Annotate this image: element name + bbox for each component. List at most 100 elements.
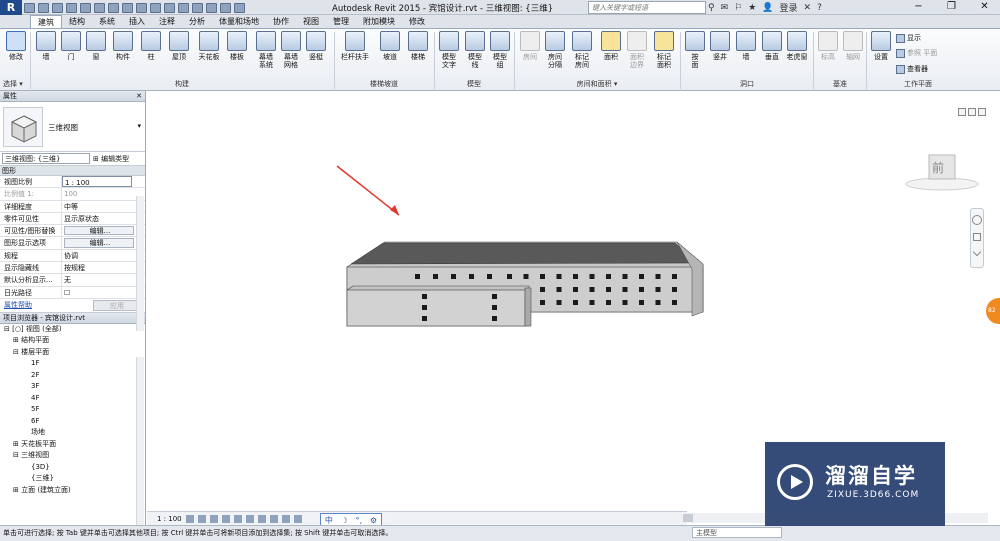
area-boundary-button[interactable]: 面积 边界 bbox=[624, 31, 650, 69]
sync-icon[interactable] bbox=[52, 2, 63, 13]
crop-view-icon[interactable] bbox=[245, 514, 254, 523]
active-model-select[interactable]: 主模型 bbox=[692, 527, 782, 538]
undo-icon[interactable] bbox=[66, 2, 77, 13]
tab-11[interactable]: 修改 bbox=[402, 15, 432, 28]
wall-button[interactable]: 墙 bbox=[33, 31, 59, 61]
print-icon[interactable] bbox=[94, 2, 105, 13]
tag-room-button[interactable]: 标记 房间 bbox=[569, 31, 595, 69]
tab-6[interactable]: 体量和场地 bbox=[212, 15, 266, 28]
close-button[interactable]: ✕ bbox=[968, 0, 1000, 15]
dormer-button[interactable]: 老虎窗 bbox=[784, 31, 810, 61]
dimension-icon[interactable] bbox=[122, 2, 133, 13]
punctuation-toggle[interactable]: °, bbox=[356, 516, 363, 525]
save-icon[interactable] bbox=[38, 2, 49, 13]
browser-tree-node[interactable]: ⊞ 天花板平面 bbox=[2, 439, 145, 451]
browser-tree-node[interactable]: ⊟ [○] 视图 (全部) bbox=[2, 324, 145, 336]
viewer-button[interactable]: 查看器 bbox=[896, 64, 928, 74]
scroll-thumb[interactable] bbox=[683, 514, 693, 522]
ramp-button[interactable]: 坡道 bbox=[377, 31, 403, 61]
properties-help-link[interactable]: 属性帮助 bbox=[4, 300, 32, 310]
browser-tree-node[interactable]: ⊟ 楼层平面 bbox=[2, 347, 145, 359]
zoom-icon[interactable] bbox=[973, 233, 981, 241]
browser-tree-node[interactable]: ⊞ 立面 (建筑立面) bbox=[2, 485, 145, 497]
visual-style-icon[interactable] bbox=[197, 514, 206, 523]
wall-opening-button[interactable]: 墙 bbox=[733, 31, 759, 61]
3d-view-icon[interactable] bbox=[164, 2, 175, 13]
ime-language-toggle[interactable]: 中 bbox=[325, 515, 333, 526]
property-value[interactable]: 显示原状态 bbox=[62, 213, 132, 224]
mullion-button[interactable]: 竖梃 bbox=[303, 31, 329, 61]
grid-button[interactable]: 轴网 bbox=[840, 31, 866, 61]
browser-scrollbar[interactable] bbox=[136, 357, 144, 525]
tab-9[interactable]: 管理 bbox=[326, 15, 356, 28]
room-button[interactable]: 房间 bbox=[517, 31, 543, 61]
render-icon[interactable] bbox=[233, 514, 242, 523]
roof-button[interactable]: 屋顶 bbox=[166, 31, 192, 61]
chevron-down-icon[interactable] bbox=[972, 247, 982, 257]
tab-1[interactable]: 结构 bbox=[62, 15, 92, 28]
property-row[interactable]: 视图比例 1 : 100 bbox=[0, 176, 145, 189]
close-hidden-icon[interactable] bbox=[206, 2, 217, 13]
browser-tree-node[interactable]: ⊟ 三维视图 bbox=[2, 450, 145, 462]
tag-icon[interactable] bbox=[136, 2, 147, 13]
tab-10[interactable]: 附加模块 bbox=[356, 15, 402, 28]
measure-icon[interactable] bbox=[108, 2, 119, 13]
modify-button[interactable]: 修改 bbox=[3, 31, 29, 61]
property-value[interactable]: 协调 bbox=[62, 250, 132, 261]
moon-icon[interactable]: ☽ bbox=[341, 516, 348, 525]
property-row[interactable]: 比例值 1: 100 bbox=[0, 188, 145, 201]
lock-view-icon[interactable] bbox=[269, 514, 278, 523]
properties-group-graphics[interactable]: 图形 bbox=[0, 166, 145, 176]
browser-tree-node[interactable]: 1F bbox=[2, 358, 145, 370]
property-row[interactable]: 详细程度 中等 bbox=[0, 200, 145, 213]
property-row[interactable]: 图形显示选项 编辑... bbox=[0, 237, 145, 250]
close-icon[interactable]: ✕ bbox=[136, 91, 142, 102]
tab-2[interactable]: 系统 bbox=[92, 15, 122, 28]
property-value[interactable]: 按规程 bbox=[62, 262, 132, 273]
property-value[interactable]: 编辑... bbox=[64, 226, 134, 236]
column-button[interactable]: 柱 bbox=[138, 31, 164, 61]
select-dropdown[interactable]: 选择 ▾ bbox=[3, 79, 31, 89]
open-icon[interactable] bbox=[24, 2, 35, 13]
property-row[interactable]: 规程 协调 bbox=[0, 249, 145, 263]
shaft-button[interactable]: 竖井 bbox=[707, 31, 733, 61]
component-button[interactable]: 构件 bbox=[110, 31, 136, 61]
properties-scrollbar[interactable] bbox=[136, 196, 144, 331]
steering-wheel-icon[interactable] bbox=[972, 215, 982, 225]
text-icon[interactable] bbox=[150, 2, 161, 13]
favorites-icon[interactable]: ★ bbox=[748, 3, 756, 13]
edit-type-button[interactable]: ⊞ 编辑类型 bbox=[93, 154, 129, 164]
subscription-icon[interactable]: ✉ bbox=[721, 3, 729, 13]
viewcube[interactable]: 前 bbox=[905, 150, 980, 195]
door-button[interactable]: 门 bbox=[58, 31, 84, 61]
area-button[interactable]: 面积 bbox=[598, 31, 624, 61]
redo-icon[interactable] bbox=[80, 2, 91, 13]
gear-icon[interactable]: ⚙ bbox=[370, 516, 377, 525]
thin-lines-icon[interactable] bbox=[192, 2, 203, 13]
by-face-button[interactable]: 按 面 bbox=[682, 31, 708, 69]
browser-tree-node[interactable]: 4F bbox=[2, 393, 145, 405]
property-value[interactable]: 编辑... bbox=[64, 238, 134, 248]
minimize-view-icon[interactable] bbox=[958, 108, 966, 116]
property-row[interactable]: 显示隐藏线 按规程 bbox=[0, 262, 145, 275]
vertical-opening-button[interactable]: 垂直 bbox=[759, 31, 785, 61]
browser-tree-node[interactable]: {3D} bbox=[2, 462, 145, 474]
application-menu-button[interactable]: R bbox=[0, 0, 22, 15]
tab-8[interactable]: 视图 bbox=[296, 15, 326, 28]
property-row[interactable]: 零件可见性 显示原状态 bbox=[0, 212, 145, 226]
switch-windows-icon[interactable] bbox=[220, 2, 231, 13]
restore-view-icon[interactable] bbox=[968, 108, 976, 116]
browser-tree-node[interactable]: 2F bbox=[2, 370, 145, 382]
apply-button[interactable]: 应用 bbox=[93, 299, 141, 311]
browser-tree-node[interactable]: 3F bbox=[2, 381, 145, 393]
railing-button[interactable]: 栏杆扶手 bbox=[340, 31, 370, 61]
reveal-hidden-icon[interactable] bbox=[293, 514, 302, 523]
show-work-plane-button[interactable]: 显示 bbox=[896, 33, 921, 43]
set-work-plane-button[interactable]: 设置 bbox=[868, 31, 894, 61]
stair-button[interactable]: 楼梯 bbox=[405, 31, 431, 61]
property-value[interactable]: 1 : 100 bbox=[62, 176, 132, 188]
restore-button[interactable]: ❐ bbox=[935, 0, 968, 15]
model-text-button[interactable]: 模型 文字 bbox=[436, 31, 462, 69]
level-button[interactable]: 标高 bbox=[815, 31, 841, 61]
room-separator-button[interactable]: 房间 分隔 bbox=[542, 31, 568, 69]
